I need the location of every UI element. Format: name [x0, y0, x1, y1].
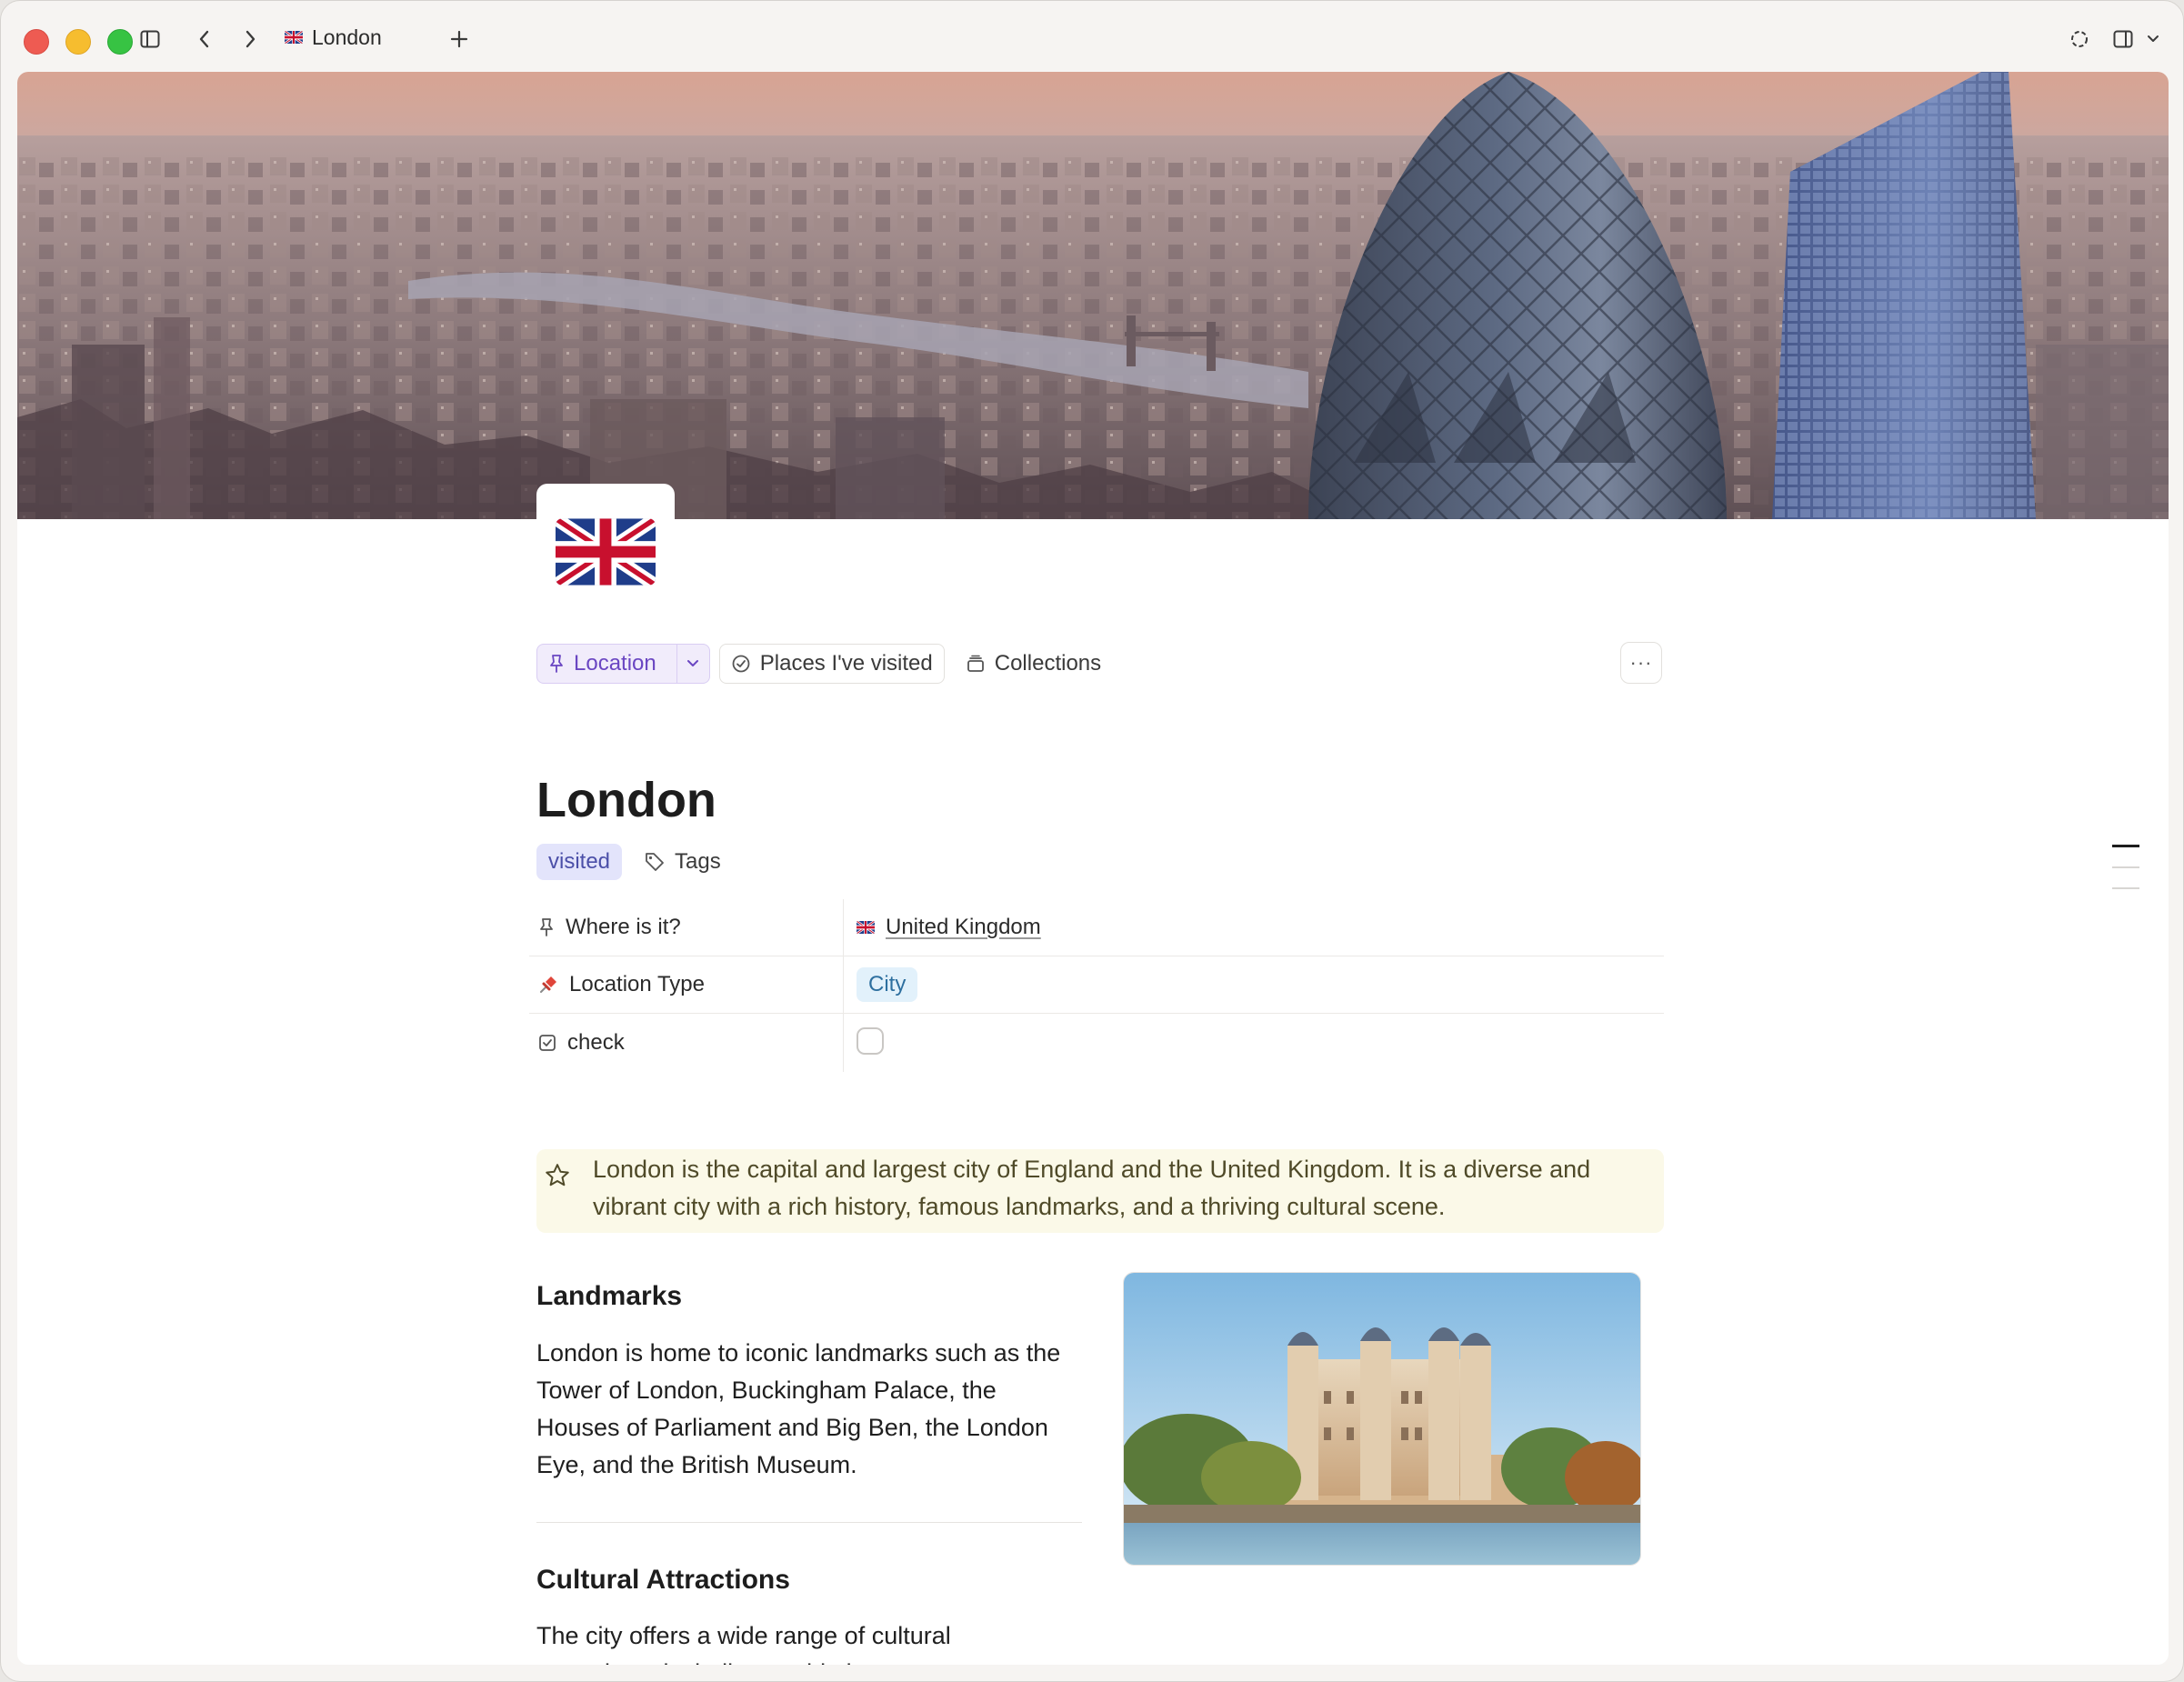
cultural-attractions-paragraph[interactable]: The city offers a wide range of cultural…: [536, 1617, 1055, 1665]
sidebar-toggle-icon[interactable]: [132, 21, 168, 57]
property-key[interactable]: Where is it?: [529, 899, 844, 956]
toc-line[interactable]: [2112, 887, 2139, 889]
section-divider: [536, 1522, 1082, 1523]
property-value[interactable]: United Kingdom: [844, 899, 1664, 956]
places-chip-label: Places I've visited: [759, 651, 933, 676]
more-options-button[interactable]: ···: [1620, 642, 1662, 684]
cover-image[interactable]: [17, 72, 2169, 519]
page-surface: Location Places I've visited Collections…: [17, 72, 2169, 1665]
tag-visited[interactable]: visited: [536, 844, 623, 880]
check-circle-icon: [732, 655, 750, 673]
tags-row: visited Tags: [536, 844, 721, 880]
tower-of-london-image[interactable]: [1123, 1272, 1641, 1566]
location-chip-main[interactable]: Location: [537, 645, 667, 683]
toc-line-active[interactable]: [2112, 845, 2139, 847]
star-icon: [536, 1158, 578, 1233]
add-tags-button[interactable]: Tags: [644, 849, 721, 875]
pin-icon: [550, 655, 563, 673]
title-bar: London: [1, 1, 2183, 72]
tag-icon: [646, 853, 664, 871]
checkbox-property-icon: [539, 1035, 556, 1051]
new-tab-plus-icon[interactable]: [441, 21, 477, 57]
close-window-button[interactable]: [24, 29, 49, 55]
page-title[interactable]: London: [536, 772, 716, 828]
table-of-contents-indicator[interactable]: [2112, 845, 2139, 908]
callout-text: London is the capital and largest city o…: [593, 1156, 1591, 1220]
page-icon[interactable]: [536, 484, 675, 620]
property-key[interactable]: check: [529, 1014, 844, 1072]
minimize-window-button[interactable]: [65, 29, 91, 55]
collections-stack-icon: [967, 655, 984, 672]
property-key-label: Where is it?: [566, 915, 681, 939]
location-chip-label: Location: [574, 651, 656, 676]
property-key-label: check: [567, 1030, 625, 1055]
location-type-badge[interactable]: City: [857, 967, 918, 1002]
uk-flag-icon: [556, 518, 656, 586]
pushpin-icon: [540, 976, 556, 993]
property-row-where: Where is it? United Kingdom: [529, 899, 1664, 956]
properties-table: Where is it? United Kingdom Location Typ…: [529, 899, 1664, 1072]
tab-london[interactable]: London: [285, 21, 382, 54]
zoom-window-button[interactable]: [107, 29, 133, 55]
app-window: London Location Places I've visited Coll…: [0, 0, 2184, 1682]
united-kingdom-link[interactable]: United Kingdom: [886, 915, 1041, 940]
back-arrow-icon[interactable]: [186, 21, 223, 57]
tags-label: Tags: [675, 849, 721, 874]
more-options-icon: ···: [1629, 651, 1653, 674]
tab-title: London: [312, 25, 382, 49]
uk-flag-icon: [857, 921, 875, 934]
property-key-label: Location Type: [569, 972, 706, 996]
collections-chip[interactable]: Collections: [954, 644, 1113, 684]
location-collection-chip[interactable]: Location: [536, 644, 710, 684]
breadcrumb: Location Places I've visited Collections: [536, 644, 1113, 684]
right-panel-toggle-icon[interactable]: [2105, 21, 2141, 57]
property-row-location-type: Location Type City: [529, 956, 1664, 1014]
chevron-down-icon[interactable]: [2139, 21, 2167, 57]
summary-callout[interactable]: London is the capital and largest city o…: [536, 1149, 1664, 1233]
cultural-attractions-heading[interactable]: Cultural Attractions: [536, 1565, 790, 1596]
property-value[interactable]: City: [844, 956, 1664, 1013]
landmarks-paragraph[interactable]: London is home to iconic landmarks such …: [536, 1335, 1082, 1484]
landmarks-heading[interactable]: Landmarks: [536, 1281, 682, 1312]
location-dropdown-button[interactable]: [676, 645, 709, 683]
check-checkbox[interactable]: [857, 1027, 884, 1055]
sync-status-icon[interactable]: [2061, 21, 2098, 57]
forward-arrow-icon[interactable]: [232, 21, 268, 57]
uk-flag-icon: [285, 31, 303, 44]
property-row-check: check: [529, 1014, 1664, 1072]
property-value[interactable]: [844, 1014, 1664, 1072]
collections-chip-label: Collections: [994, 651, 1102, 676]
toc-line[interactable]: [2112, 866, 2139, 868]
places-visited-chip[interactable]: Places I've visited: [718, 644, 945, 684]
chevron-down-icon: [687, 660, 699, 666]
property-key[interactable]: Location Type: [529, 956, 844, 1013]
pin-icon: [540, 918, 553, 936]
